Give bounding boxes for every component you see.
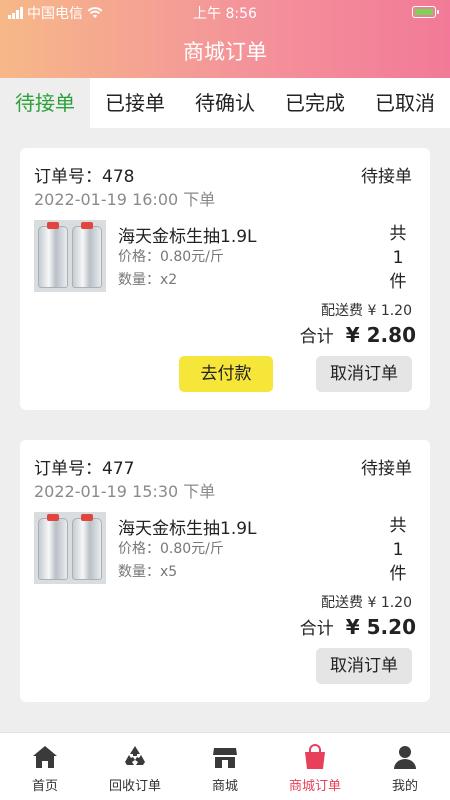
nav-store-label: 商城 [211,779,238,794]
item-count-suffix: 件 [389,564,407,584]
shopping-bag-icon [305,744,325,769]
item-count-value: 1 [392,540,404,560]
total-value: ¥ 5.20 [345,615,416,639]
store-icon [213,748,237,768]
order-number: 订单号：477 [34,459,135,479]
tab-completed[interactable]: 已完成 [270,78,360,128]
item-count: 共 1 件 [386,514,410,586]
delivery-fee: 配送费 ¥ 1.20 [321,595,412,611]
product-name: 海天金标生抽1.9L [118,519,257,539]
battery-icon [412,6,439,18]
recycle-icon [125,746,145,765]
home-icon [33,746,57,768]
nav-recycle-orders[interactable]: 回收订单 [90,733,180,800]
order-card[interactable]: 订单号：478 待接单 2022-01-19 16:00 下单 海天金标生抽1.… [20,148,430,410]
total-label: 合计 [299,619,334,639]
order-status: 待接单 [361,459,412,479]
order-time: 2022-01-19 16:00 下单 [34,190,216,209]
page-title: 商城订单 [183,40,267,64]
item-count-prefix: 共 [389,516,407,536]
cancel-order-button[interactable]: 取消订单 [316,356,412,392]
status-bar: 中国电信 上午 8:56 [0,0,450,24]
tab-to-confirm[interactable]: 待确认 [180,78,270,128]
order-time: 2022-01-19 15:30 下单 [34,482,216,501]
product-name: 海天金标生抽1.9L [118,227,257,247]
order-status: 待接单 [361,167,412,187]
nav-profile-label: 我的 [391,779,418,794]
nav-store-orders[interactable]: 商城订单 [270,733,360,800]
product-image [34,512,106,584]
item-count-prefix: 共 [389,224,407,244]
tab-cancelled[interactable]: 已取消 [360,78,450,128]
user-icon [394,746,416,769]
cancel-order-button[interactable]: 取消订单 [316,648,412,684]
pay-button[interactable]: 去付款 [179,356,273,392]
nav-recycle-orders-label: 回收订单 [108,779,161,794]
order-status-tabs: 待接单 已接单 待确认 已完成 已取消 [0,78,450,128]
item-count-suffix: 件 [389,272,407,292]
product-quantity: 数量：x2 [118,272,178,288]
total-label: 合计 [299,327,334,347]
nav-profile[interactable]: 我的 [360,733,450,800]
app-header: 中国电信 上午 8:56 商城订单 [0,0,450,78]
nav-store[interactable]: 商城 [180,733,270,800]
product-quantity: 数量：x5 [118,564,178,580]
item-count-value: 1 [392,248,404,268]
nav-home[interactable]: 首页 [0,733,90,800]
tab-pending[interactable]: 待接单 [0,78,90,128]
product-price: 价格：0.80元/斤 [118,249,224,265]
order-card[interactable]: 订单号：477 待接单 2022-01-19 15:30 下单 海天金标生抽1.… [20,440,430,702]
nav-home-label: 首页 [31,779,58,794]
order-total: 合计 ¥ 2.80 [300,322,416,347]
delivery-fee: 配送费 ¥ 1.20 [321,303,412,319]
product-image [34,220,106,292]
item-count: 共 1 件 [386,222,410,294]
product-price: 价格：0.80元/斤 [118,541,224,557]
order-total: 合计 ¥ 5.20 [300,614,416,639]
status-time: 上午 8:56 [193,6,257,22]
bottom-nav: 首页 回收订单 商城 商城订单 我的 [0,732,450,800]
order-number: 订单号：478 [34,167,135,187]
nav-store-orders-label: 商城订单 [288,779,341,794]
tab-accepted[interactable]: 已接单 [90,78,180,128]
total-value: ¥ 2.80 [345,323,416,347]
